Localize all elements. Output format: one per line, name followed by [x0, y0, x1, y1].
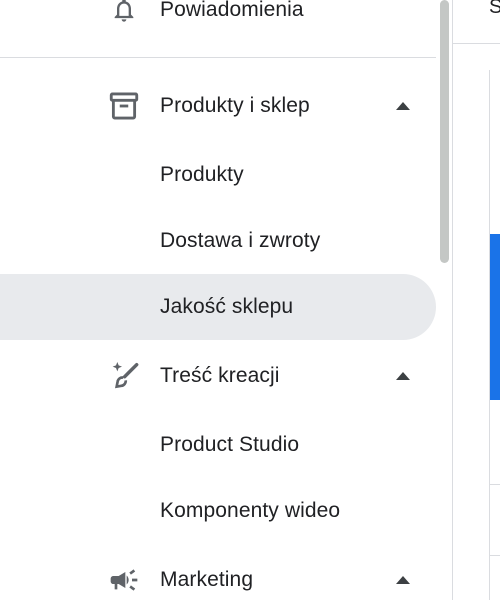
nav-item-shipping-returns[interactable]: Dostawa i zwroty: [0, 208, 436, 274]
main-header-text: S: [489, 0, 500, 18]
nav-item-marketing[interactable]: Marketing: [0, 547, 436, 613]
bell-icon: [106, 0, 142, 28]
blue-banner: [490, 234, 500, 400]
archive-box-icon: [106, 88, 142, 124]
side-navigation: Powiadomienia Produkty i sklep Produkty …: [0, 0, 452, 600]
nav-label-products-store: Produkty i sklep: [160, 94, 310, 117]
nav-label-video-assets: Komponenty wideo: [160, 499, 341, 522]
chevron-up-icon[interactable]: [396, 575, 410, 585]
nav-label-marketing: Marketing: [160, 568, 254, 591]
nav-label-product-studio: Product Studio: [160, 433, 300, 456]
nav-label-notifications: Powiadomienia: [160, 0, 304, 21]
nav-divider: [0, 57, 436, 58]
nav-label-shipping-returns: Dostawa i zwroty: [160, 229, 321, 252]
nav-item-video-assets[interactable]: Komponenty wideo: [0, 478, 436, 544]
megaphone-icon: [106, 562, 142, 598]
chevron-up-icon[interactable]: [396, 101, 410, 111]
card-divider: [489, 484, 500, 485]
nav-item-store-quality[interactable]: Jakość sklepu: [0, 274, 436, 340]
nav-item-products[interactable]: Produkty: [0, 142, 436, 208]
sidebar-scrollbar-thumb[interactable]: [440, 0, 449, 263]
nav-label-products: Produkty: [160, 163, 244, 186]
card-divider: [489, 555, 500, 556]
nav-item-products-store[interactable]: Produkty i sklep: [0, 73, 436, 139]
magic-brush-icon: [106, 358, 142, 394]
nav-label-store-quality: Jakość sklepu: [160, 295, 294, 318]
header-divider: [453, 43, 500, 44]
nav-item-notifications[interactable]: Powiadomienia: [0, 0, 436, 43]
nav-label-creative-content: Treść kreacji: [160, 364, 280, 387]
nav-item-creative-content[interactable]: Treść kreacji: [0, 343, 436, 409]
nav-item-product-studio[interactable]: Product Studio: [0, 412, 436, 478]
chevron-up-icon[interactable]: [396, 371, 410, 381]
